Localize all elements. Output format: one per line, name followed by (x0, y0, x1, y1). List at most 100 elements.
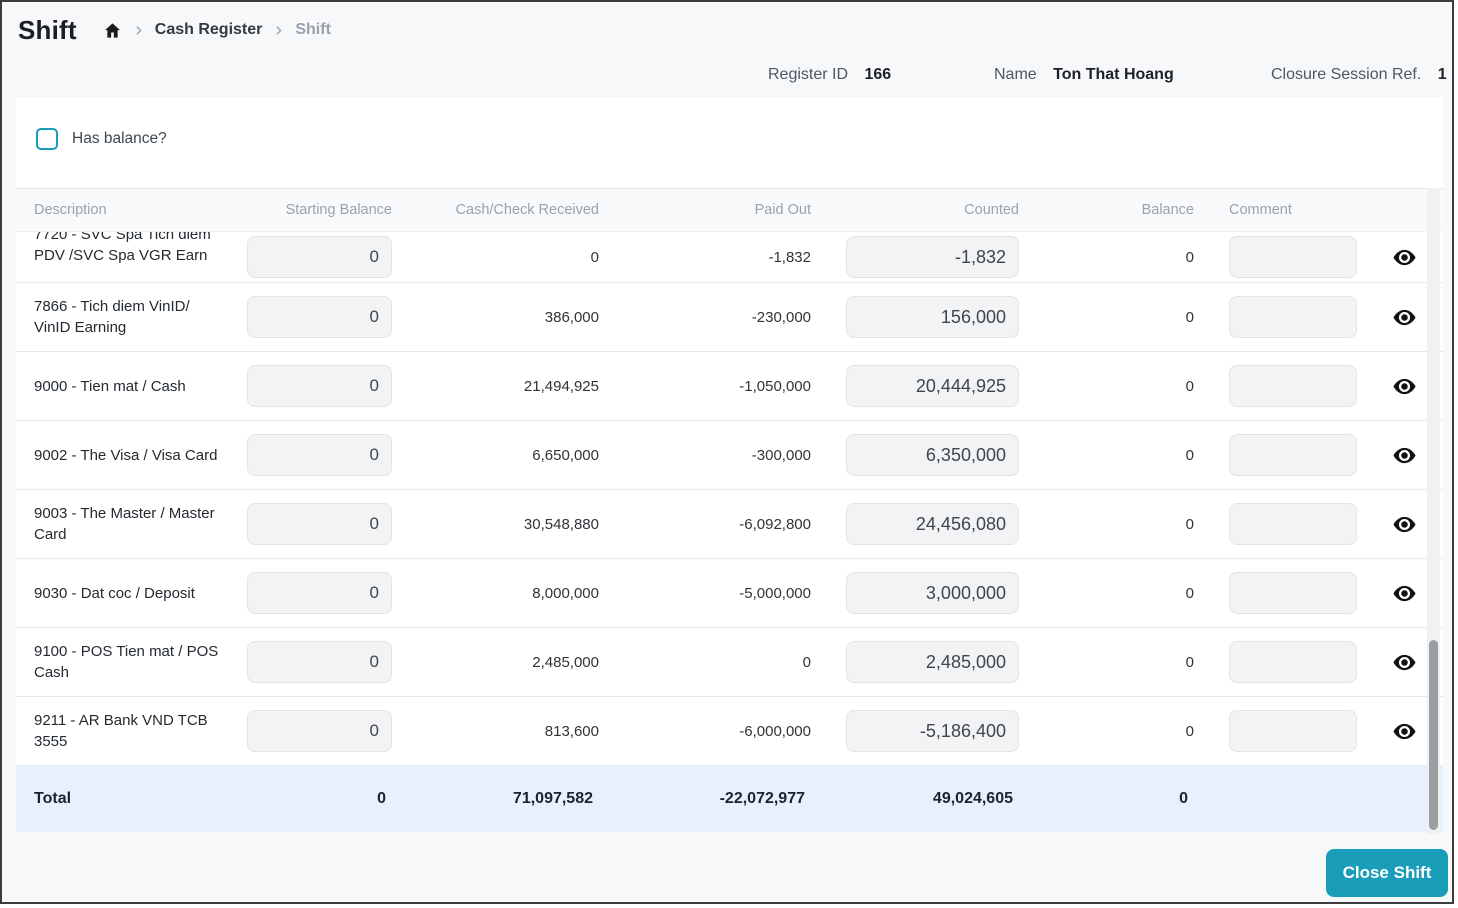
balance-value: 0 (1185, 584, 1194, 602)
starting-balance-input[interactable] (247, 572, 392, 614)
paid-out-value: -300,000 (751, 446, 811, 464)
cash-check-received-value: 6,650,000 (532, 446, 599, 464)
row-description: 9100 - POS Tien mat / POS Cash (34, 643, 219, 681)
balance-value: 0 (1185, 446, 1194, 464)
table-row: 9030 - Dat coc / Deposit 8,000,000 -5,00… (16, 559, 1443, 628)
breadcrumb-chevron-icon (132, 24, 145, 37)
row-description: 9003 - The Master / Master Card (34, 505, 215, 543)
balance-value: 0 (1185, 653, 1194, 671)
column-header-paid-out: Paid Out (754, 202, 811, 218)
total-cash-check-received: 71,097,582 (512, 790, 593, 807)
close-shift-button[interactable]: Close Shift (1326, 849, 1448, 897)
column-header-starting-balance: Starting Balance (285, 202, 392, 218)
comment-input[interactable] (1229, 710, 1357, 752)
shift-card: Has balance? Description Starting Balanc… (16, 97, 1443, 832)
starting-balance-input[interactable] (247, 434, 392, 476)
comment-input[interactable] (1229, 572, 1357, 614)
comment-input[interactable] (1229, 236, 1357, 278)
table-row: 9211 - AR Bank VND TCB 3555 813,600 -6,0… (16, 697, 1443, 766)
counted-input[interactable] (846, 572, 1019, 614)
counted-input[interactable] (846, 365, 1019, 407)
row-description: 9211 - AR Bank VND TCB 3555 (34, 712, 208, 750)
counted-input[interactable] (846, 434, 1019, 476)
eye-icon[interactable] (1393, 309, 1416, 326)
table-row: 9003 - The Master / Master Card 30,548,8… (16, 490, 1443, 559)
table-row: 7866 - Tich diem VinID/ VinID Earning 38… (16, 283, 1443, 352)
starting-balance-input[interactable] (247, 365, 392, 407)
table-body: 7720 - SVC Spa Tich diem PDV /SVC Spa VG… (16, 232, 1443, 766)
register-id-field: Register ID 166 (768, 66, 891, 84)
comment-input[interactable] (1229, 434, 1357, 476)
name-value: Ton That Hoang (1053, 66, 1174, 83)
cash-check-received-value: 21,494,925 (523, 377, 599, 395)
eye-icon[interactable] (1393, 516, 1416, 533)
table-header: Description Starting Balance Cash/Check … (16, 188, 1443, 232)
table-row: 9100 - POS Tien mat / POS Cash 2,485,000… (16, 628, 1443, 697)
column-header-description: Description (34, 202, 107, 218)
cash-check-received-value: 2,485,000 (532, 653, 599, 671)
register-id-value: 166 (864, 66, 892, 83)
total-starting-balance: 0 (377, 790, 386, 807)
counted-input[interactable] (846, 710, 1019, 752)
row-description: 9030 - Dat coc / Deposit (34, 584, 195, 602)
cash-check-received-value: 813,600 (544, 722, 599, 740)
starting-balance-input[interactable] (247, 503, 392, 545)
eye-icon[interactable] (1393, 447, 1416, 464)
session-info-row: Register ID 166 Name Ton That Hoang Clos… (2, 58, 1452, 99)
paid-out-value: -6,092,800 (739, 515, 811, 533)
total-paid-out: -22,072,977 (719, 790, 805, 807)
eye-icon[interactable] (1393, 249, 1416, 266)
shift-page: Shift Cash Register Shift Register ID 16… (0, 0, 1454, 904)
row-description: 9000 - Tien mat / Cash (34, 377, 186, 395)
cash-check-received-value: 30,548,880 (523, 515, 599, 533)
table-row: 9002 - The Visa / Visa Card 6,650,000 -3… (16, 421, 1443, 490)
counted-input[interactable] (846, 503, 1019, 545)
has-balance-checkbox[interactable] (36, 128, 58, 150)
eye-icon[interactable] (1393, 654, 1416, 671)
has-balance-label: Has balance? (72, 130, 167, 147)
cash-check-received-value: 386,000 (544, 308, 599, 326)
starting-balance-input[interactable] (247, 236, 392, 278)
top-bar: Shift Cash Register Shift (2, 2, 1452, 58)
column-header-comment: Comment (1229, 202, 1292, 218)
table-row: 7720 - SVC Spa Tich diem PDV /SVC Spa VG… (16, 232, 1443, 283)
comment-input[interactable] (1229, 296, 1357, 338)
column-header-counted: Counted (964, 202, 1019, 218)
total-row: Total 0 71,097,582 -22,072,977 49,024,60… (16, 766, 1443, 832)
cash-check-received-value: 8,000,000 (532, 584, 599, 602)
row-description: 7720 - SVC Spa Tich diem PDV /SVC Spa VG… (34, 232, 211, 264)
paid-out-value: -230,000 (751, 308, 811, 326)
eye-icon[interactable] (1393, 723, 1416, 740)
balance-value: 0 (1185, 248, 1194, 266)
breadcrumb-cash-register[interactable]: Cash Register (155, 21, 263, 39)
comment-input[interactable] (1229, 641, 1357, 683)
table-row: 9000 - Tien mat / Cash 21,494,925 -1,050… (16, 352, 1443, 421)
starting-balance-input[interactable] (247, 296, 392, 338)
total-counted: 49,024,605 (932, 790, 1013, 807)
starting-balance-input[interactable] (247, 641, 392, 683)
home-icon[interactable] (103, 21, 122, 40)
eye-icon[interactable] (1393, 378, 1416, 395)
paid-out-value: -1,050,000 (739, 377, 811, 395)
balance-value: 0 (1185, 722, 1194, 740)
closure-session-ref-field: Closure Session Ref. 1 (1271, 66, 1447, 84)
paid-out-value: -6,000,000 (739, 722, 811, 740)
counted-input[interactable] (846, 641, 1019, 683)
starting-balance-input[interactable] (247, 710, 392, 752)
counted-input[interactable] (846, 236, 1019, 278)
paid-out-value: -5,000,000 (739, 584, 811, 602)
comment-input[interactable] (1229, 503, 1357, 545)
column-header-cash-check-received: Cash/Check Received (455, 202, 599, 218)
eye-icon[interactable] (1393, 585, 1416, 602)
paid-out-value: 0 (802, 653, 811, 671)
total-label: Total (34, 790, 72, 807)
counted-input[interactable] (846, 296, 1019, 338)
comment-input[interactable] (1229, 365, 1357, 407)
row-description: 7866 - Tich diem VinID/ VinID Earning (34, 298, 190, 336)
cash-check-received-value: 0 (590, 248, 599, 266)
total-balance: 0 (1179, 790, 1188, 807)
scrollbar-thumb[interactable] (1429, 640, 1438, 830)
column-header-balance: Balance (1141, 202, 1194, 218)
vertical-scrollbar[interactable] (1427, 188, 1440, 834)
breadcrumb-shift: Shift (295, 21, 331, 38)
